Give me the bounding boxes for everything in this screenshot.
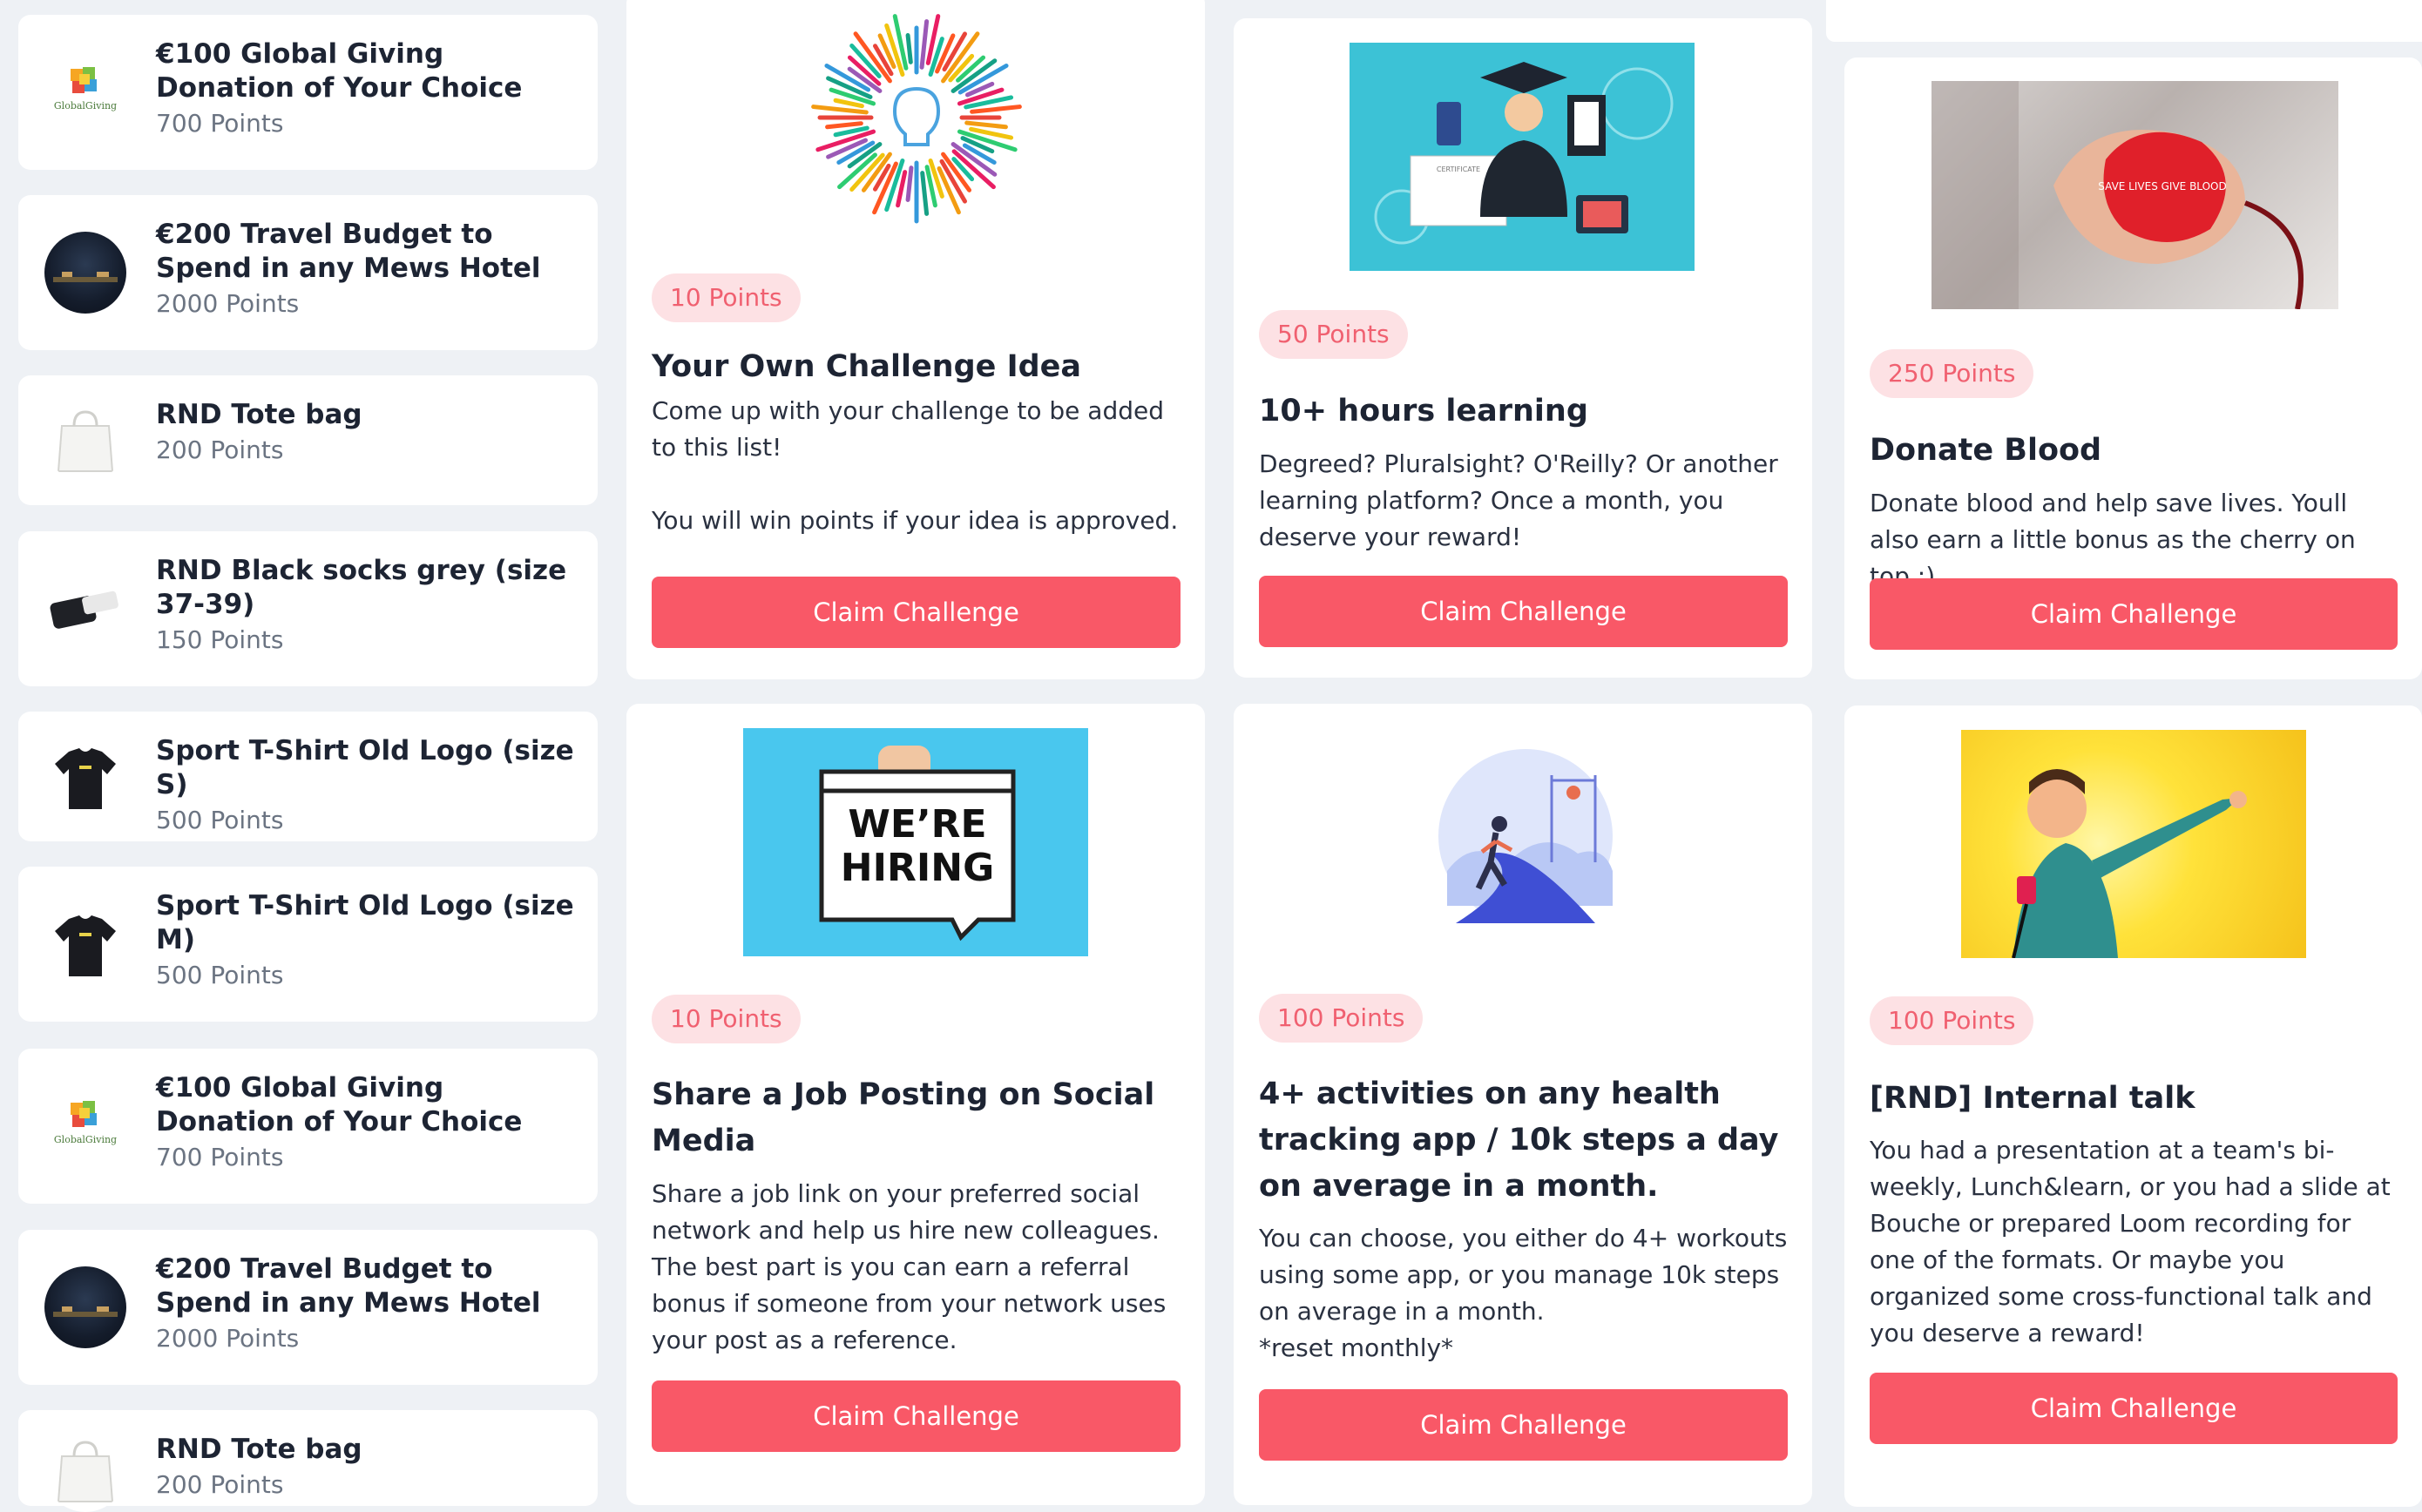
claim-challenge-button[interactable]: Claim Challenge bbox=[1870, 578, 2398, 650]
reward-title: Sport T-Shirt Old Logo (size M) bbox=[156, 890, 574, 955]
claim-challenge-button[interactable]: Claim Challenge bbox=[652, 1380, 1181, 1452]
rewards-list: GlobalGiving €100 Global Giving Donation… bbox=[0, 0, 619, 1512]
running-illustration-icon bbox=[1421, 749, 1630, 937]
reward-title: RND Black socks grey (size 37-39) bbox=[156, 555, 567, 620]
globalgiving-logo-icon: GlobalGiving bbox=[44, 51, 126, 133]
svg-text:HIRING: HIRING bbox=[841, 846, 994, 890]
challenge-description: Degreed? Pluralsight? O'Reilly? Or anoth… bbox=[1259, 449, 1778, 551]
challenge-title: Your Own Challenge Idea bbox=[652, 349, 1082, 384]
reward-title: €100 Global Giving Donation of Your Choi… bbox=[156, 1072, 523, 1137]
points-badge: 100 Points bbox=[1870, 996, 2034, 1045]
hotel-photo-icon bbox=[44, 232, 126, 314]
reward-points: 200 Points bbox=[156, 1470, 284, 1499]
socks-photo-icon bbox=[44, 568, 126, 650]
challenge-title: Share a Job Posting on Social Media bbox=[652, 1077, 1155, 1158]
points-badge: 10 Points bbox=[652, 273, 801, 322]
points-badge: 10 Points bbox=[652, 995, 801, 1043]
svg-text:GlobalGiving: GlobalGiving bbox=[54, 1134, 117, 1145]
tote-bag-photo-icon bbox=[44, 399, 126, 482]
reward-item[interactable]: RND Tote bag 200 Points bbox=[18, 1410, 598, 1512]
reward-item[interactable]: RND Tote bag 200 Points bbox=[18, 375, 598, 505]
reward-title: RND Tote bag bbox=[156, 399, 362, 430]
reward-item[interactable]: GlobalGiving €100 Global Giving Donation… bbox=[18, 1049, 598, 1204]
reward-item[interactable]: GlobalGiving €100 Global Giving Donation… bbox=[18, 15, 598, 170]
challenge-description: Come up with your challenge to be added … bbox=[652, 396, 1179, 535]
claim-challenge-button[interactable]: Claim Challenge bbox=[652, 577, 1181, 648]
reward-points: 500 Points bbox=[156, 961, 284, 989]
challenge-card: SAVE LIVES GIVE BLOOD 250 Points Donate … bbox=[1844, 57, 2422, 679]
challenge-title: 4+ activities on any health tracking app… bbox=[1259, 1077, 1779, 1204]
reward-title: RND Tote bag bbox=[156, 1434, 362, 1465]
reward-item[interactable]: €200 Travel Budget to Spend in any Mews … bbox=[18, 195, 598, 350]
lightbulb-illustration-icon bbox=[808, 9, 1025, 226]
challenge-card: 10 Points Your Own Challenge Idea Come u… bbox=[626, 0, 1205, 679]
challenge-description: Share a job link on your preferred socia… bbox=[652, 1179, 1167, 1354]
svg-text:WE’RE: WE’RE bbox=[848, 802, 986, 847]
points-badge: 250 Points bbox=[1870, 349, 2034, 398]
challenge-card: WE’RE HIRING 10 Points Share a Job Posti… bbox=[626, 704, 1205, 1505]
reward-title: €100 Global Giving Donation of Your Choi… bbox=[156, 38, 523, 104]
points-badge: 50 Points bbox=[1259, 310, 1408, 359]
challenge-card: 100 Points 4+ activities on any health t… bbox=[1234, 704, 1812, 1505]
svg-text:CERTIFICATE: CERTIFICATE bbox=[1437, 165, 1480, 173]
globalgiving-logo-icon: GlobalGiving bbox=[44, 1085, 126, 1167]
claim-challenge-button[interactable]: Claim Challenge bbox=[1259, 576, 1788, 647]
reward-points: 700 Points bbox=[156, 109, 284, 138]
reward-points: 200 Points bbox=[156, 435, 284, 464]
reward-title: €200 Travel Budget to Spend in any Mews … bbox=[156, 1253, 541, 1319]
reward-points: 500 Points bbox=[156, 806, 284, 834]
svg-text:GlobalGiving: GlobalGiving bbox=[54, 100, 117, 111]
tote-bag-photo-icon bbox=[44, 1430, 126, 1512]
challenge-card: 100 Points [RND] Internal talk You had a… bbox=[1844, 705, 2422, 1507]
challenge-title: Donate Blood bbox=[1870, 433, 2102, 468]
challenge-card: CERTIFICATE 50 Points 10+ hours learning… bbox=[1234, 18, 1812, 678]
tshirt-photo-icon bbox=[44, 903, 126, 985]
reward-title: Sport T-Shirt Old Logo (size S) bbox=[156, 735, 574, 800]
presenter-illustration-icon bbox=[1961, 730, 2306, 959]
points-badge: 100 Points bbox=[1259, 994, 1424, 1043]
svg-text:SAVE LIVES GIVE BLOOD: SAVE LIVES GIVE BLOOD bbox=[2098, 180, 2226, 192]
reward-points: 150 Points bbox=[156, 625, 284, 654]
reward-title: €200 Travel Budget to Spend in any Mews … bbox=[156, 219, 541, 284]
reward-points: 2000 Points bbox=[156, 1324, 300, 1353]
partial-card-top bbox=[1826, 0, 2422, 42]
challenge-title: [RND] Internal talk bbox=[1870, 1081, 2195, 1116]
tshirt-photo-icon bbox=[44, 735, 126, 818]
graduate-illustration-icon: CERTIFICATE bbox=[1350, 43, 1695, 271]
claim-challenge-button[interactable]: Claim Challenge bbox=[1870, 1373, 2398, 1444]
challenge-description: You can choose, you either do 4+ workout… bbox=[1259, 1224, 1788, 1362]
reward-points: 700 Points bbox=[156, 1143, 284, 1171]
hotel-photo-icon bbox=[44, 1266, 126, 1348]
blood-donation-photo-icon: SAVE LIVES GIVE BLOOD bbox=[1932, 81, 2338, 310]
reward-item[interactable]: Sport T-Shirt Old Logo (size S) 500 Poin… bbox=[18, 712, 598, 841]
reward-item[interactable]: RND Black socks grey (size 37-39) 150 Po… bbox=[18, 531, 598, 686]
reward-item[interactable]: €200 Travel Budget to Spend in any Mews … bbox=[18, 1230, 598, 1385]
challenge-title: 10+ hours learning bbox=[1259, 394, 1588, 429]
reward-item[interactable]: Sport T-Shirt Old Logo (size M) 500 Poin… bbox=[18, 867, 598, 1022]
claim-challenge-button[interactable]: Claim Challenge bbox=[1259, 1389, 1788, 1461]
challenge-description: You had a presentation at a team's bi-we… bbox=[1870, 1136, 2391, 1347]
hiring-sign-photo-icon: WE’RE HIRING bbox=[743, 728, 1088, 956]
reward-points: 2000 Points bbox=[156, 289, 300, 318]
